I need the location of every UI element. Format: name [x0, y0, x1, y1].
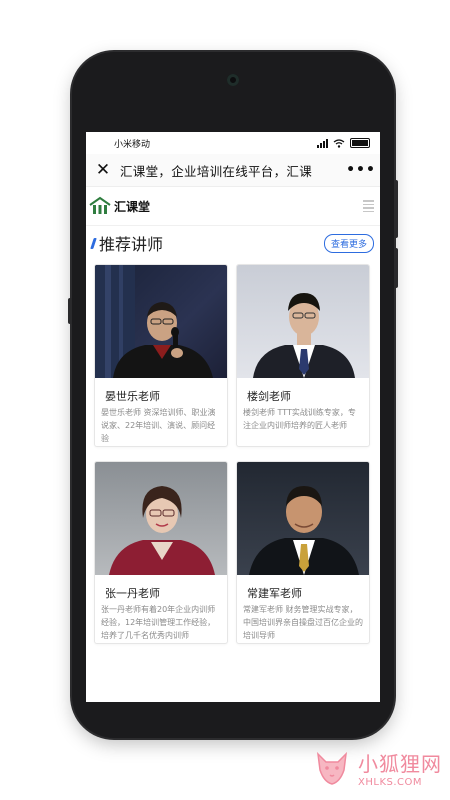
teacher-photo: [237, 462, 369, 575]
phone-frame: 小米移动 ✕ 汇课堂，企业培训在线平台，汇课 ••• 汇课堂 推荐讲师 查看更多…: [68, 52, 398, 738]
teacher-desc: 张一丹老师有着20年企业内训师经验，12年培训管理工作经验，培养了几千名优秀内训…: [101, 605, 216, 640]
screen: 小米移动 ✕ 汇课堂，企业培训在线平台，汇课 ••• 汇课堂 推荐讲师 查看更多…: [86, 132, 380, 702]
teacher-desc: 楼剑老师 TTT实战训练专家，专注企业内训师培养的匠人老师: [243, 408, 356, 430]
fox-logo-icon: [316, 751, 348, 785]
battery-icon: [350, 138, 370, 148]
carrier-label: 小米移动: [114, 139, 151, 150]
front-camera: [227, 74, 239, 86]
watermark: 小狐狸网 XHLKS.COM: [312, 748, 442, 788]
teacher-name: 楼剑老师: [247, 390, 291, 403]
section-title: 推荐讲师: [90, 231, 164, 255]
volume-button: [394, 180, 398, 238]
status-bar: 小米移动: [86, 132, 380, 154]
teacher-card[interactable]: 楼剑老师 楼剑老师 TTT实战训练专家，专注企业内训师培养的匠人老师: [236, 264, 370, 447]
power-button: [394, 248, 398, 288]
status-icons: [317, 138, 370, 148]
side-key: [68, 298, 72, 324]
teacher-card[interactable]: 张一丹老师 张一丹老师有着20年企业内训师经验，12年培训管理工作经验，培养了几…: [94, 461, 228, 644]
site-logo[interactable]: 汇课堂: [88, 196, 150, 216]
more-icon[interactable]: •••: [342, 162, 380, 178]
teacher-desc: 常建军老师 财务管理实战专家，中国培训界亲自操盘过百亿企业的培训导师: [243, 605, 363, 640]
wifi-icon: [333, 138, 345, 148]
teacher-photo: [237, 265, 369, 378]
teacher-grid: 晏世乐老师 晏世乐老师 资深培训师、职业演说家、22年培训、演说、顾问经验 楼剑…: [86, 256, 380, 644]
teacher-name: 常建军老师: [247, 587, 302, 600]
signal-icon: [317, 138, 328, 148]
title-accent-icon: [90, 237, 97, 249]
teacher-photo: [95, 462, 227, 575]
view-more-button[interactable]: 查看更多: [323, 233, 374, 253]
teacher-photo: [95, 265, 227, 378]
teacher-name: 张一丹老师: [105, 587, 160, 600]
teacher-desc: 晏世乐老师 资深培训师、职业演说家、22年培训、演说、顾问经验: [101, 408, 216, 443]
watermark-cn: 小狐狸网: [358, 752, 442, 776]
section-title-text: 推荐讲师: [99, 235, 164, 254]
page-title: 汇课堂，企业培训在线平台，汇课: [120, 163, 313, 179]
teacher-name: 晏世乐老师: [105, 390, 160, 403]
close-icon[interactable]: ✕: [86, 160, 120, 180]
teacher-card[interactable]: 晏世乐老师 晏世乐老师 资深培训师、职业演说家、22年培训、演说、顾问经验: [94, 264, 228, 447]
house-logo-icon: [89, 196, 111, 214]
watermark-en: XHLKS.COM: [358, 777, 423, 788]
menu-icon[interactable]: [363, 200, 374, 212]
site-header: 汇课堂: [86, 187, 380, 226]
watermark-text: 小狐狸网 XHLKS.COM: [358, 748, 442, 788]
section-header: 推荐讲师 查看更多: [86, 230, 380, 256]
logo-text: 汇课堂: [114, 199, 151, 214]
teacher-card[interactable]: 常建军老师 常建军老师 财务管理实战专家，中国培训界亲自操盘过百亿企业的培训导师: [236, 461, 370, 644]
browser-title-bar: ✕ 汇课堂，企业培训在线平台，汇课 •••: [86, 154, 380, 187]
